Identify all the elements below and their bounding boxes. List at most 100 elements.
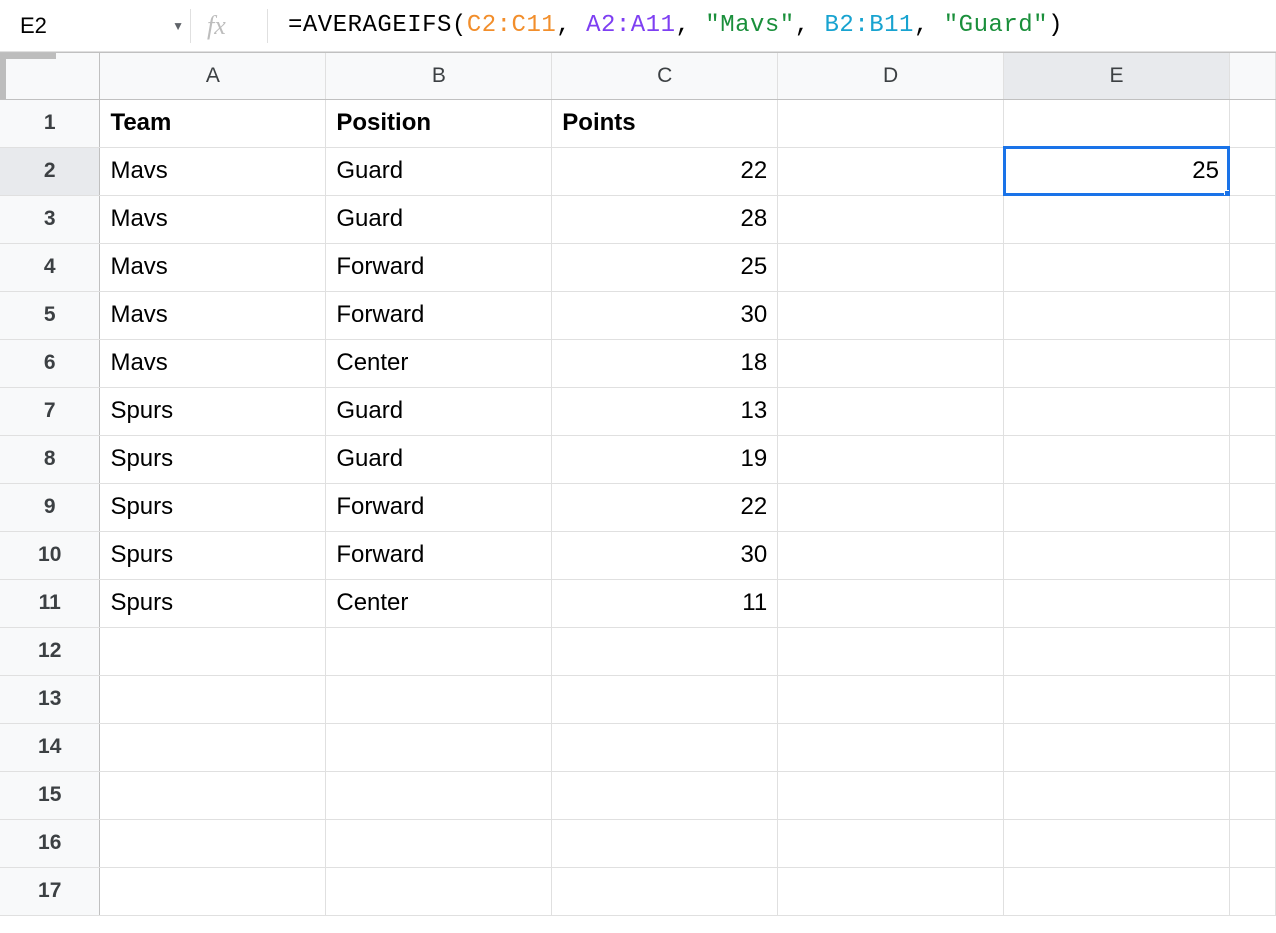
cell-A7[interactable]: Spurs: [100, 387, 326, 435]
row-header-11[interactable]: 11: [0, 579, 100, 627]
cell-C17[interactable]: [552, 867, 778, 915]
name-box[interactable]: E2 ▼: [10, 13, 190, 39]
cell-A1[interactable]: Team: [100, 99, 326, 147]
cell-A8[interactable]: Spurs: [100, 435, 326, 483]
cell-D7[interactable]: [778, 387, 1004, 435]
cell-E3[interactable]: [1004, 195, 1230, 243]
cell-B11[interactable]: Center: [326, 579, 552, 627]
cell-B10[interactable]: Forward: [326, 531, 552, 579]
cell-A5[interactable]: Mavs: [100, 291, 326, 339]
cell-next-16[interactable]: [1229, 819, 1275, 867]
cell-C3[interactable]: 28: [552, 195, 778, 243]
cell-B6[interactable]: Center: [326, 339, 552, 387]
cell-next-15[interactable]: [1229, 771, 1275, 819]
column-header-C[interactable]: C: [552, 53, 778, 99]
column-header-E[interactable]: E: [1004, 53, 1230, 99]
cell-E12[interactable]: [1004, 627, 1230, 675]
cell-next-1[interactable]: [1229, 99, 1275, 147]
cell-A15[interactable]: [100, 771, 326, 819]
cell-D13[interactable]: [778, 675, 1004, 723]
cell-D17[interactable]: [778, 867, 1004, 915]
cell-B4[interactable]: Forward: [326, 243, 552, 291]
cell-C12[interactable]: [552, 627, 778, 675]
cell-next-8[interactable]: [1229, 435, 1275, 483]
row-header-2[interactable]: 2: [0, 147, 100, 195]
cell-E6[interactable]: [1004, 339, 1230, 387]
cell-B13[interactable]: [326, 675, 552, 723]
cell-C10[interactable]: 30: [552, 531, 778, 579]
cell-C9[interactable]: 22: [552, 483, 778, 531]
cell-A3[interactable]: Mavs: [100, 195, 326, 243]
cell-A10[interactable]: Spurs: [100, 531, 326, 579]
cell-next-12[interactable]: [1229, 627, 1275, 675]
cell-D16[interactable]: [778, 819, 1004, 867]
cell-E13[interactable]: [1004, 675, 1230, 723]
cell-A6[interactable]: Mavs: [100, 339, 326, 387]
cell-C6[interactable]: 18: [552, 339, 778, 387]
cell-C7[interactable]: 13: [552, 387, 778, 435]
cell-next-17[interactable]: [1229, 867, 1275, 915]
column-header-A[interactable]: A: [100, 53, 326, 99]
cell-C5[interactable]: 30: [552, 291, 778, 339]
cell-next-7[interactable]: [1229, 387, 1275, 435]
cell-E1[interactable]: [1004, 99, 1230, 147]
row-header-6[interactable]: 6: [0, 339, 100, 387]
cell-B2[interactable]: Guard: [326, 147, 552, 195]
cell-next-11[interactable]: [1229, 579, 1275, 627]
cell-D15[interactable]: [778, 771, 1004, 819]
cell-B7[interactable]: Guard: [326, 387, 552, 435]
cell-next-13[interactable]: [1229, 675, 1275, 723]
cell-D10[interactable]: [778, 531, 1004, 579]
cell-E11[interactable]: [1004, 579, 1230, 627]
cell-next-3[interactable]: [1229, 195, 1275, 243]
cell-C1[interactable]: Points: [552, 99, 778, 147]
row-header-15[interactable]: 15: [0, 771, 100, 819]
cell-E17[interactable]: [1004, 867, 1230, 915]
row-header-10[interactable]: 10: [0, 531, 100, 579]
row-header-7[interactable]: 7: [0, 387, 100, 435]
row-header-8[interactable]: 8: [0, 435, 100, 483]
cell-A16[interactable]: [100, 819, 326, 867]
cell-next-2[interactable]: [1229, 147, 1275, 195]
cell-C4[interactable]: 25: [552, 243, 778, 291]
cell-D4[interactable]: [778, 243, 1004, 291]
cell-next-4[interactable]: [1229, 243, 1275, 291]
cell-A17[interactable]: [100, 867, 326, 915]
row-header-5[interactable]: 5: [0, 291, 100, 339]
cell-next-10[interactable]: [1229, 531, 1275, 579]
cell-E16[interactable]: [1004, 819, 1230, 867]
row-header-12[interactable]: 12: [0, 627, 100, 675]
cell-C2[interactable]: 22: [552, 147, 778, 195]
fill-handle[interactable]: [1224, 190, 1230, 196]
cell-C8[interactable]: 19: [552, 435, 778, 483]
cell-D14[interactable]: [778, 723, 1004, 771]
cell-D3[interactable]: [778, 195, 1004, 243]
cell-B9[interactable]: Forward: [326, 483, 552, 531]
cell-C13[interactable]: [552, 675, 778, 723]
cell-next-5[interactable]: [1229, 291, 1275, 339]
cell-A13[interactable]: [100, 675, 326, 723]
row-header-9[interactable]: 9: [0, 483, 100, 531]
cell-A2[interactable]: Mavs: [100, 147, 326, 195]
cell-next-6[interactable]: [1229, 339, 1275, 387]
cell-C14[interactable]: [552, 723, 778, 771]
spreadsheet-grid[interactable]: ABCDE1TeamPositionPoints2MavsGuard22253M…: [0, 52, 1276, 916]
row-header-14[interactable]: 14: [0, 723, 100, 771]
cell-B15[interactable]: [326, 771, 552, 819]
formula-input[interactable]: =AVERAGEIFS(C2:C11, A2:A11, "Mavs", B2:B…: [288, 12, 1266, 39]
cell-A11[interactable]: Spurs: [100, 579, 326, 627]
cell-D8[interactable]: [778, 435, 1004, 483]
column-header-D[interactable]: D: [778, 53, 1004, 99]
row-header-4[interactable]: 4: [0, 243, 100, 291]
cell-A12[interactable]: [100, 627, 326, 675]
cell-B5[interactable]: Forward: [326, 291, 552, 339]
cell-C11[interactable]: 11: [552, 579, 778, 627]
cell-D2[interactable]: [778, 147, 1004, 195]
cell-E7[interactable]: [1004, 387, 1230, 435]
row-header-1[interactable]: 1: [0, 99, 100, 147]
cell-D5[interactable]: [778, 291, 1004, 339]
cell-D9[interactable]: [778, 483, 1004, 531]
cell-B16[interactable]: [326, 819, 552, 867]
column-header-next[interactable]: [1229, 53, 1275, 99]
column-header-B[interactable]: B: [326, 53, 552, 99]
